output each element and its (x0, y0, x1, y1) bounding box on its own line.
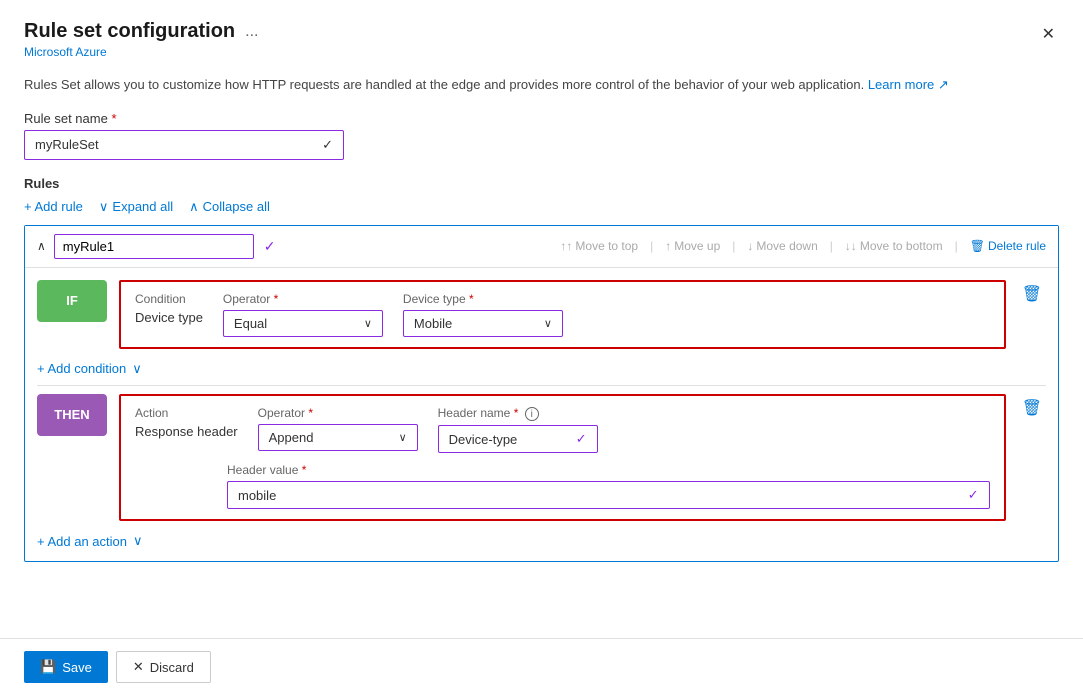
close-button[interactable]: ✕ (1038, 20, 1059, 48)
move-up-button[interactable]: ↑ Move up (665, 239, 720, 253)
operator-group: Operator * Equal ∨ (223, 292, 383, 337)
if-row: IF Condition Device type Operator * (37, 280, 1046, 349)
then-badge: THEN (37, 394, 107, 436)
then-operator-header: Operator * (258, 406, 418, 420)
header-name-checkmark-icon: ✓ (576, 431, 587, 447)
operator-chevron-icon: ∨ (364, 317, 372, 330)
expand-all-button[interactable]: ∨ Expand all (99, 199, 173, 215)
move-to-top-button[interactable]: ↑↑ Move to top (560, 239, 638, 253)
then-operator-group: Operator * Append ∨ (258, 406, 418, 451)
rules-label: Rules (24, 176, 1059, 191)
panel: Rule set configuration ... Microsoft Azu… (0, 0, 1083, 695)
save-icon: 💾 (40, 659, 56, 675)
device-type-group: Device type * Mobile ∨ (403, 292, 563, 337)
rules-toolbar: + Add rule ∨ Expand all ∧ Collapse all (24, 199, 1059, 215)
add-condition-chevron-icon: ∨ (132, 361, 142, 377)
rule-actions: ↑↑ Move to top | ↑ Move up | ↓ Move down… (560, 239, 1046, 253)
action-field-row2: Header value * mobile ✓ (135, 463, 990, 509)
header-value-select[interactable]: mobile ✓ (227, 481, 990, 509)
condition-fields: Condition Device type Operator * Equal (135, 292, 990, 337)
description: Rules Set allows you to customize how HT… (24, 75, 1059, 95)
add-condition-row: + Add condition ∨ (37, 361, 1046, 377)
rule-set-name-chevron-icon: ✓ (322, 137, 333, 153)
condition-label-group: Condition Device type (135, 292, 203, 325)
move-down-button[interactable]: ↓ Move down (747, 239, 817, 253)
condition-delete-icon[interactable]: 🗑 (1018, 280, 1046, 308)
device-type-chevron-icon: ∨ (544, 317, 552, 330)
header-name-header: Header name * i (438, 406, 598, 422)
header-name-group: Header name * i Device-type ✓ (438, 406, 598, 454)
move-to-bottom-icon: ↓↓ (845, 239, 857, 253)
action-label-group: Action Response header (135, 406, 238, 439)
device-type-header: Device type * (403, 292, 563, 306)
panel-ellipsis[interactable]: ... (245, 23, 258, 41)
add-action-chevron-icon: ∨ (133, 533, 143, 549)
panel-title: Rule set configuration (24, 20, 235, 43)
header-value-header: Header value * (227, 463, 990, 477)
action-delete-icon[interactable]: 🗑 (1018, 394, 1046, 422)
header-value-group: Header value * mobile ✓ (227, 463, 990, 509)
header-name-info-icon: i (525, 407, 539, 421)
then-row: THEN Action Response header Operator * (37, 394, 1046, 522)
rule-container: ∧ ✓ ↑↑ Move to top | ↑ Move up | ↓ (24, 225, 1059, 563)
rule-name-checkmark-icon: ✓ (264, 238, 276, 255)
move-up-icon: ↑ (665, 239, 671, 253)
add-condition-button[interactable]: + Add condition (37, 361, 126, 376)
add-action-row: + Add an action ∨ (37, 533, 1046, 549)
then-operator-select[interactable]: Append ∨ (258, 424, 418, 451)
then-operator-chevron-icon: ∨ (399, 431, 407, 444)
rule-set-name-dropdown[interactable]: myRuleSet ✓ (24, 130, 344, 160)
add-rule-button[interactable]: + Add rule (24, 199, 83, 214)
operator-header: Operator * (223, 292, 383, 306)
rule-body: IF Condition Device type Operator * (25, 268, 1058, 562)
condition-header: Condition (135, 292, 203, 306)
device-type-select[interactable]: Mobile ∨ (403, 310, 563, 337)
action-fields: Action Response header Operator * Append (135, 406, 990, 454)
condition-card: Condition Device type Operator * Equal (119, 280, 1006, 349)
rule-name-input[interactable] (54, 234, 254, 259)
rule-set-name-label: Rule set name * (24, 111, 1059, 126)
discard-icon: ✕ (133, 659, 144, 675)
move-to-top-icon: ↑↑ (560, 239, 572, 253)
header-name-select[interactable]: Device-type ✓ (438, 425, 598, 453)
collapse-icon: ∧ (189, 199, 199, 215)
bottom-bar: 💾 Save ✕ Discard (0, 638, 1083, 695)
section-divider (37, 385, 1046, 386)
delete-rule-icon: 🗑 (970, 239, 985, 253)
panel-subtitle: Microsoft Azure (24, 45, 258, 59)
collapse-all-button[interactable]: ∧ Collapse all (189, 199, 270, 215)
discard-button[interactable]: ✕ Discard (116, 651, 211, 683)
add-action-button[interactable]: + Add an action (37, 534, 127, 549)
title-group: Rule set configuration ... Microsoft Azu… (24, 20, 258, 59)
action-value: Response header (135, 424, 238, 439)
if-badge: IF (37, 280, 107, 322)
condition-value: Device type (135, 310, 203, 325)
operator-select[interactable]: Equal ∨ (223, 310, 383, 337)
header-value-checkmark-icon: ✓ (968, 487, 979, 503)
action-card: Action Response header Operator * Append (119, 394, 1006, 522)
rule-header: ∧ ✓ ↑↑ Move to top | ↑ Move up | ↓ (25, 226, 1058, 268)
delete-rule-button[interactable]: 🗑 Delete rule (970, 239, 1046, 253)
move-to-bottom-button[interactable]: ↓↓ Move to bottom (845, 239, 943, 253)
rule-set-name-section: Rule set name * myRuleSet ✓ (24, 111, 1059, 160)
rules-section: Rules + Add rule ∨ Expand all ∧ Collapse… (24, 176, 1059, 563)
action-header: Action (135, 406, 238, 420)
panel-header: Rule set configuration ... Microsoft Azu… (24, 20, 1059, 59)
save-button[interactable]: 💾 Save (24, 651, 108, 683)
learn-more-link[interactable]: Learn more ↗ (868, 77, 949, 92)
rule-collapse-button[interactable]: ∧ (37, 239, 46, 253)
expand-icon: ∨ (99, 199, 109, 215)
move-down-icon: ↓ (747, 239, 753, 253)
